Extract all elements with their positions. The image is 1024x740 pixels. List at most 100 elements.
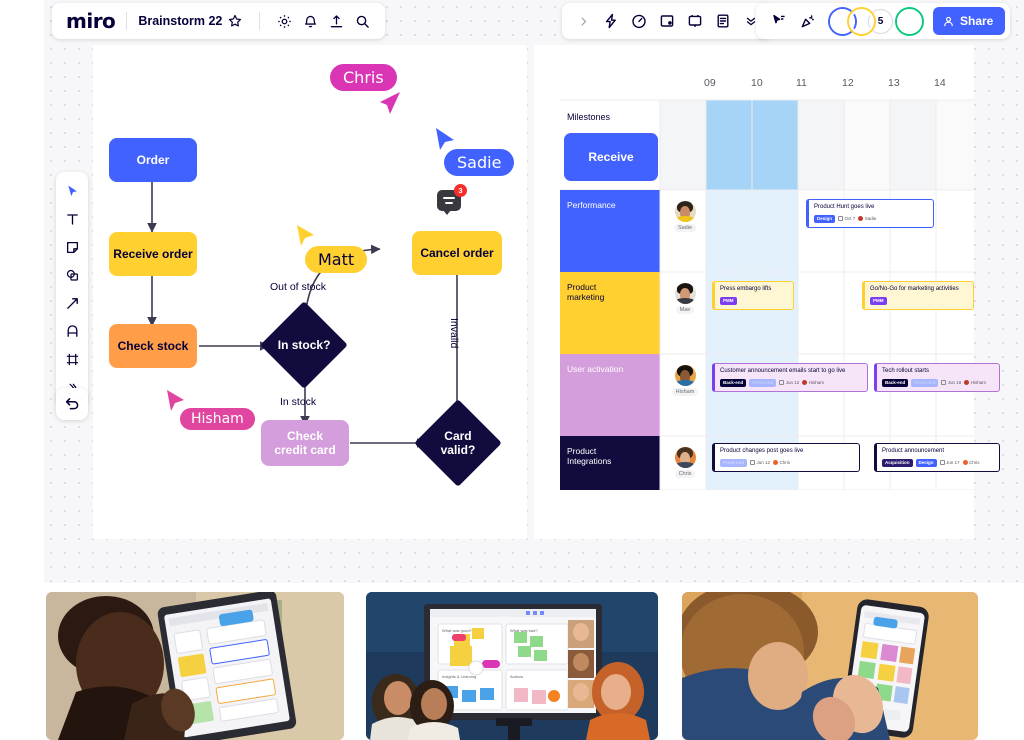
card-tag: Front-end [749,378,777,387]
comment-line [443,197,455,200]
star-icon[interactable] [222,8,248,34]
settings-gear-icon[interactable] [271,8,297,34]
flow-node-receive-order[interactable]: Receive order [109,232,197,276]
avatar [674,365,696,386]
timeline-col-11: 11 [796,77,807,89]
flow-node-label: Receive order [113,246,193,261]
timeline-lane-product-marketing[interactable]: Product marketing [560,275,634,302]
lane-owner-sadie[interactable]: Sadie [662,193,708,232]
document-icon[interactable] [710,8,736,34]
board-toolbar-right: 5 Share [756,3,1011,39]
cursor-follow-icon[interactable] [766,8,792,34]
card-title: Product changes post goes live [720,448,804,454]
milestone-card-receive[interactable]: Receive [564,133,658,181]
comment-count-badge: 3 [454,184,467,197]
upload-icon[interactable] [323,8,349,34]
presentation-icon[interactable] [682,8,708,34]
photo-mobile-miro-board [682,592,978,740]
avatar [674,283,696,304]
undo-button[interactable] [56,388,88,420]
photo-illustration [682,592,978,740]
board-toolbar-center [562,3,772,39]
timeline-card-product-changes[interactable]: Product changes post goes live Front-end… [712,443,860,472]
share-button[interactable]: Share [933,7,1006,35]
shapes-tool[interactable] [59,262,85,288]
lane-owner-mae[interactable]: Mae [662,275,708,314]
comment-pin-icon[interactable]: 3 [437,184,467,215]
avatar-mae[interactable] [849,8,874,34]
card-date: Jun 12 [750,460,770,466]
photo-conference-room-display: What was good? What was bad? Insights & … [366,592,658,740]
card-date: Jun 16 [941,380,961,386]
cursor-arrow-icon [380,92,400,114]
select-tool[interactable] [59,178,85,204]
divider [126,12,128,30]
svg-text:Insights & Learning: Insights & Learning [442,674,476,679]
celebration-icon[interactable] [795,8,821,34]
timeline-card-customer-announcement[interactable]: Customer announcement emails start to go… [712,363,868,392]
avatar-name: Sadie [673,224,697,232]
cursor-label: Sadie [444,149,515,176]
edge-label-out-of-stock: Out of stock [270,281,327,293]
product-photo-strip: What was good? What was bad? Insights & … [0,592,1024,740]
cursor-label: Hisham [180,408,255,430]
card-assignee: Chris [773,460,790,466]
miro-logo[interactable]: miro [66,9,116,33]
card-date: Jun 17 [939,460,960,466]
timeline-lane-performance[interactable]: Performance [560,193,634,210]
timeline-card-go-no-go[interactable]: Go/No-Go for marketing activities PMM [862,281,974,310]
timeline-milestones-label: Milestones [567,112,611,122]
text-tool[interactable] [59,206,85,232]
search-icon[interactable] [349,8,375,34]
card-tag: Design [814,214,836,223]
automation-lightning-icon[interactable] [598,8,624,34]
timeline-col-09: 09 [704,77,716,89]
flow-node-cancel-order[interactable]: Cancel order [412,231,502,275]
card-meta: PMM [870,296,968,305]
card-tag: PMM [720,296,737,305]
frame-icon[interactable] [654,8,680,34]
card-meta: Front-end Jun 12 Chris [720,458,854,467]
flow-node-label: In stock? [277,337,331,352]
card-title: Product announcement [882,448,945,454]
timeline-card-product-announcement[interactable]: Product announcement Acquisition Design … [874,443,1000,472]
board-title[interactable]: Brainstorm 22 [138,14,222,28]
card-tag: Front-end [911,378,939,387]
timer-icon[interactable] [626,8,652,34]
card-assignee: Sadie [858,216,876,222]
pen-tool[interactable] [59,318,85,344]
sticky-note-tool[interactable] [59,234,85,260]
lane-owner-hisham[interactable]: Hisham [662,357,708,396]
miro-app-window: Order Receive order Check stock In stock… [0,0,1024,740]
card-date: Oct 7 [838,216,855,222]
frame-tool[interactable] [59,346,85,372]
flow-node-label: Check stock [117,338,189,353]
photo-illustration: What was good? What was bad? Insights & … [366,592,658,740]
card-assignee: Hisham [964,380,986,386]
cursor-label: Matt [305,246,368,273]
timeline-col-13: 13 [888,77,900,89]
flow-node-check-credit-card[interactable]: Check credit card [261,420,349,466]
arrow-tool[interactable] [59,290,85,316]
card-tag: PMM [870,296,887,305]
notifications-bell-icon[interactable] [297,8,323,34]
lane-owner-chris[interactable]: Chris [662,439,708,478]
divider [259,12,261,30]
avatar [674,201,696,222]
avatar-extra[interactable] [897,8,922,34]
expand-chevron-icon[interactable] [570,8,596,34]
card-tag: Back-end [882,378,909,387]
timeline-card-product-hunt[interactable]: Product Hunt goes live Design Oct 7 Sadi… [806,199,934,228]
flow-node-check-stock[interactable]: Check stock [109,324,197,368]
undo-icon [65,398,79,410]
person-icon [944,16,953,26]
timeline-card-press-embargo[interactable]: Press embargo lifts PMM [712,281,794,310]
timeline-card-tech-rollout[interactable]: Tech rollout starts Back-end Front-end J… [874,363,1000,392]
card-meta: Design Oct 7 Sadie [814,214,928,223]
timeline-lane-user-activation[interactable]: User activation [560,357,634,374]
timeline-lane-product-integrations[interactable]: Product Integrations [560,439,634,466]
flow-node-order[interactable]: Order [109,138,197,182]
timeline-col-10: 10 [751,77,763,89]
card-assignee: Chris [962,460,980,466]
lane-label: User activation [567,364,624,374]
